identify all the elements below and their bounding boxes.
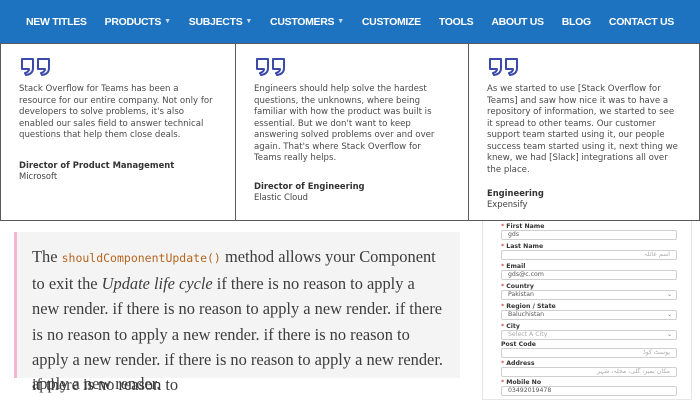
- nav-contact-us[interactable]: CONTACT US: [609, 16, 674, 28]
- testimonial-company: Elastic Cloud: [254, 191, 308, 202]
- required-marker: *: [501, 243, 505, 250]
- nav-label: CUSTOMIZE: [361, 15, 421, 28]
- nav-label: ABOUT US: [491, 15, 544, 28]
- chevron-down-icon: ⌄: [666, 311, 672, 318]
- region-field: * Region / State Baluchistan ⌄: [501, 303, 677, 320]
- field-label: * First Name: [501, 223, 677, 230]
- chevron-down-icon: ▼: [245, 18, 253, 25]
- label-text: Address: [506, 360, 535, 367]
- testimonial-quote: Stack Overflow for Teams has been a reso…: [19, 84, 213, 140]
- country-field: * Country Pakistan ⌄: [501, 283, 677, 300]
- snippet-emphasis: Update life cycle: [101, 274, 213, 294]
- testimonial-role: Director of Product Management: [19, 159, 175, 170]
- label-text: Last Name: [506, 243, 544, 250]
- testimonial-card: Engineers should help solve the hardest …: [235, 43, 469, 221]
- chevron-down-icon: ⌄: [666, 331, 672, 338]
- nav-customize[interactable]: CUSTOMIZE: [362, 16, 421, 28]
- address-input[interactable]: مکان نمبر، گلی، محلہ، شہر: [501, 367, 677, 377]
- nav-label: CONTACT US: [608, 15, 674, 28]
- field-label: * Address: [501, 360, 677, 367]
- quote-icon: [489, 58, 518, 76]
- region-select[interactable]: Baluchistan ⌄: [501, 310, 677, 320]
- field-label: * Last Name: [501, 243, 677, 250]
- last-name-field: * Last Name اسم عائلہ: [501, 243, 677, 260]
- required-marker: *: [501, 323, 505, 330]
- nav-label: CUSTOMERS: [270, 15, 335, 28]
- mobile-field: * Mobile No 03492019478: [501, 379, 677, 396]
- last-name-input[interactable]: اسم عائلہ: [501, 250, 677, 260]
- nav-customers[interactable]: CUSTOMERS ▼: [270, 16, 344, 28]
- testimonial-card: Stack Overflow for Teams has been a reso…: [0, 43, 235, 221]
- quote-icon: [21, 58, 50, 76]
- testimonial-quote: Engineers should help solve the hardest …: [254, 84, 435, 163]
- first-name-field: * First Name gds: [501, 223, 677, 240]
- testimonials-section: Stack Overflow for Teams has been a reso…: [0, 43, 700, 221]
- email-input[interactable]: gds@c.com: [501, 270, 677, 280]
- label-text: Mobile No: [506, 379, 542, 386]
- nav-new-titles[interactable]: NEW TITLES: [26, 16, 87, 28]
- quote-icon: [256, 58, 285, 76]
- post-code-field: Post Code پوسٹ کوڈ: [501, 341, 677, 358]
- testimonial-quote: As we started to use [Stack Overflow for…: [487, 84, 678, 175]
- field-label: * Region / State: [501, 303, 677, 310]
- field-label: * Country: [501, 283, 677, 290]
- field-label: * Email: [501, 263, 677, 270]
- chevron-down-icon: ⌄: [666, 291, 672, 298]
- nav-tools[interactable]: TOOLS: [438, 15, 474, 28]
- inline-code: shouldComponentUpdate(): [61, 251, 221, 265]
- selected-value: Pakistan: [508, 291, 534, 298]
- label-text: Region / State: [506, 303, 556, 310]
- snippet-text: The: [32, 247, 62, 266]
- email-field: * Email gds@c.com: [501, 263, 677, 280]
- address-field: * Address مکان نمبر، گلی، محلہ، شہر: [501, 360, 677, 377]
- top-navigation: NEW TITLES PRODUCTS ▼ SUBJECTS ▼ CUSTOMERS…: [0, 0, 700, 43]
- testimonial-role: Engineering: [487, 188, 544, 198]
- required-marker: *: [501, 303, 505, 310]
- selected-value: Baluchistan: [508, 311, 545, 318]
- required-marker: *: [501, 360, 505, 367]
- nav-label: BLOG: [561, 15, 591, 28]
- nav-label: PRODUCTS: [104, 15, 162, 28]
- nav-label: TOOLS: [438, 15, 474, 28]
- country-select[interactable]: Pakistan ⌄: [501, 290, 677, 300]
- required-marker: *: [501, 223, 505, 230]
- nav-subjects[interactable]: SUBJECTS ▼: [188, 15, 253, 28]
- required-marker: *: [501, 379, 505, 386]
- city-select[interactable]: Select A City ⌄: [501, 330, 677, 340]
- testimonial-card: As we started to use [Stack Overflow for…: [469, 43, 700, 221]
- field-label: * City: [501, 323, 677, 330]
- article-snippet: The shouldComponentUpdate() method allow…: [14, 232, 460, 394]
- first-name-input[interactable]: gds: [501, 230, 677, 240]
- nav-label: SUBJECTS: [188, 15, 243, 28]
- required-marker: *: [501, 283, 505, 290]
- testimonial-company: Expensify: [487, 199, 528, 209]
- label-text: First Name: [506, 223, 545, 230]
- chevron-down-icon: ▼: [164, 18, 171, 25]
- label-text: City: [506, 323, 520, 330]
- snippet-tail: apply a new render.: [32, 374, 161, 393]
- field-label: Post Code: [501, 341, 677, 348]
- selected-value: Select A City: [508, 331, 548, 338]
- chevron-down-icon: ▼: [337, 18, 344, 25]
- testimonial-role: Director of Engineering: [254, 180, 365, 191]
- nav-products[interactable]: PRODUCTS ▼: [105, 16, 171, 28]
- nav-label: NEW TITLES: [26, 15, 87, 28]
- field-label: * Mobile No: [501, 379, 677, 386]
- nav-blog[interactable]: BLOG: [562, 16, 591, 28]
- post-code-input[interactable]: پوسٹ کوڈ: [501, 348, 677, 358]
- label-text: Post Code: [501, 341, 536, 348]
- testimonial-company: Microsoft: [19, 170, 58, 181]
- registration-form: * First Name gds * Last Name اسم عائلہ * Em…: [482, 221, 692, 400]
- mobile-input[interactable]: 03492019478: [501, 386, 677, 396]
- city-field: * City Select A City ⌄: [501, 323, 677, 340]
- required-marker: *: [501, 263, 505, 270]
- label-text: Country: [506, 283, 534, 290]
- label-text: Email: [506, 263, 526, 270]
- nav-about-us[interactable]: ABOUT US: [491, 15, 544, 28]
